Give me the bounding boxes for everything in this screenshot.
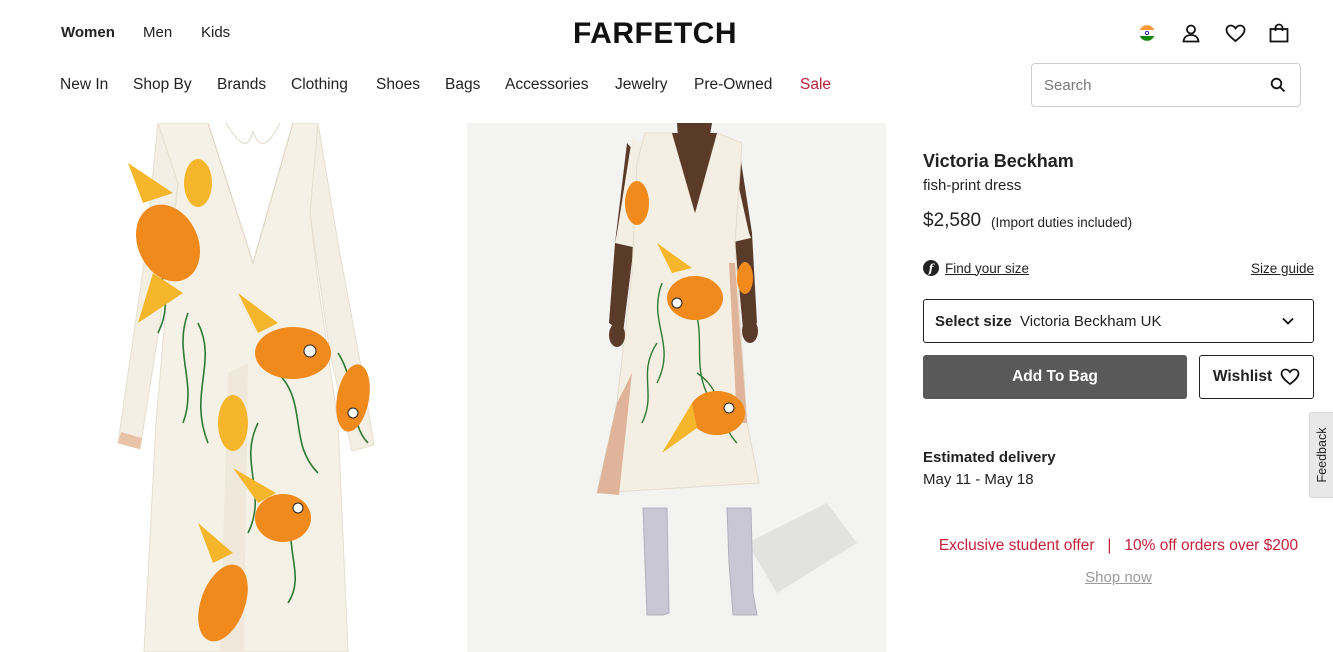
nav-item-jewelry[interactable]: Jewelry xyxy=(615,76,668,94)
nav-item-pre-owned[interactable]: Pre-Owned xyxy=(694,76,772,94)
nav-item-shoes[interactable]: Shoes xyxy=(376,76,420,94)
wishlist-button[interactable]: Wishlist xyxy=(1199,355,1314,399)
heart-icon xyxy=(1280,368,1300,386)
search-box xyxy=(1031,63,1301,107)
chevron-down-icon xyxy=(1282,317,1294,325)
find-your-size-label: Find your size xyxy=(945,260,1030,276)
nav-item-new-in[interactable]: New In xyxy=(60,76,108,94)
feedback-tab[interactable]: Feedback xyxy=(1309,412,1333,498)
product-image-model[interactable] xyxy=(467,123,886,652)
farfetch-logo[interactable]: FARFETCH xyxy=(573,17,737,51)
india-flag-icon[interactable] xyxy=(1136,22,1158,44)
shop-now-link[interactable]: Shop now xyxy=(923,569,1314,586)
find-your-size-link[interactable]: f Find your size xyxy=(923,259,1029,277)
gender-tab-women[interactable]: Women xyxy=(61,24,115,41)
search-input[interactable] xyxy=(1044,74,1264,96)
nav-item-bags[interactable]: Bags xyxy=(445,76,480,94)
search-icon[interactable] xyxy=(1270,77,1286,93)
nav-item-clothing[interactable]: Clothing xyxy=(291,76,348,94)
nav-item-sale[interactable]: Sale xyxy=(800,76,831,94)
gender-tab-men[interactable]: Men xyxy=(143,24,172,41)
size-select-label: Select size xyxy=(935,313,1012,330)
fit-predictor-icon: f xyxy=(923,260,939,276)
estimated-delivery-title: Estimated delivery xyxy=(923,449,1056,466)
promo-banner-text: Exclusive student offer | 10% off orders… xyxy=(938,537,1299,554)
nav-item-brands[interactable]: Brands xyxy=(217,76,266,94)
estimated-delivery-dates: May 11 - May 18 xyxy=(923,471,1034,488)
size-guide-link[interactable]: Size guide xyxy=(1251,261,1314,276)
gender-tab-kids[interactable]: Kids xyxy=(201,24,230,41)
product-brand[interactable]: Victoria Beckham xyxy=(923,151,1074,172)
size-select[interactable]: Select size Victoria Beckham UK xyxy=(923,299,1314,343)
nav-item-shop-by[interactable]: Shop By xyxy=(133,76,192,94)
shopping-bag-icon[interactable] xyxy=(1268,22,1290,44)
product-price: $2,580 xyxy=(923,210,982,231)
size-select-value: Victoria Beckham UK xyxy=(1020,313,1162,330)
top-bar: Women Men Kids FARFETCH xyxy=(0,0,1333,64)
product-image-front[interactable] xyxy=(48,123,448,652)
heart-icon[interactable] xyxy=(1224,22,1246,44)
nav-item-accessories[interactable]: Accessories xyxy=(505,76,589,94)
import-duties-note: (Import duties included) xyxy=(991,215,1133,230)
product-name: fish-print dress xyxy=(923,177,1022,194)
add-to-bag-button[interactable]: Add To Bag xyxy=(923,355,1187,399)
account-icon[interactable] xyxy=(1180,22,1202,44)
feedback-label: Feedback xyxy=(1314,427,1329,483)
wishlist-label: Wishlist xyxy=(1212,368,1273,385)
